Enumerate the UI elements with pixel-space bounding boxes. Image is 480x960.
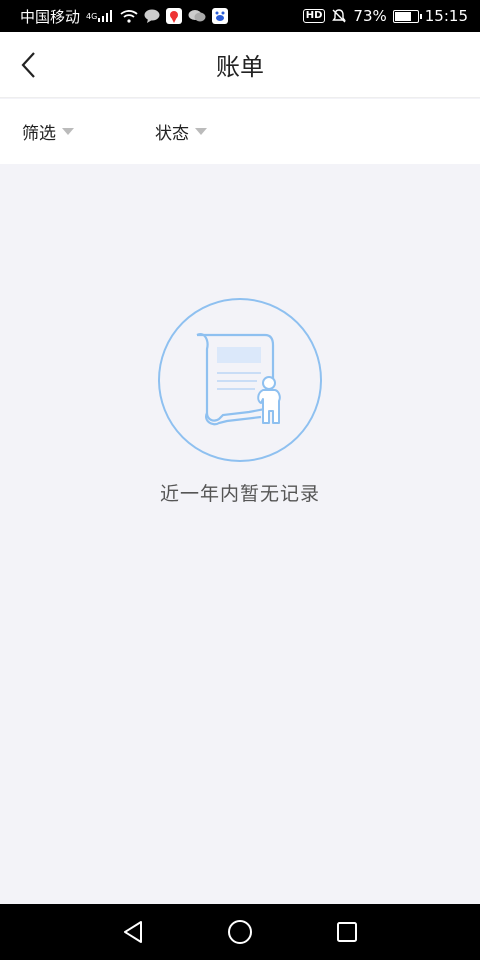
- message-icon: [144, 9, 160, 23]
- nav-recents-button[interactable]: [323, 908, 371, 956]
- status-label: 状态: [155, 124, 189, 144]
- status-bar: 中国移动 4G HD 73% 15:15: [0, 0, 480, 32]
- chevron-left-icon: [21, 52, 35, 78]
- filter-bar: 筛选 状态: [0, 99, 480, 164]
- carrier-name: 中国移动: [20, 7, 81, 26]
- hd-badge: HD: [302, 9, 326, 23]
- caret-down-icon: [195, 128, 207, 135]
- clock: 15:15: [424, 7, 468, 25]
- empty-state: 近一年内暂无记录: [0, 297, 480, 506]
- caret-down-icon: [62, 128, 74, 135]
- system-nav-bar: [0, 904, 480, 960]
- filter-dropdown[interactable]: 筛选: [22, 119, 74, 144]
- map-app-icon: [166, 8, 183, 24]
- triangle-back-icon: [124, 921, 143, 943]
- nav-back-button[interactable]: [109, 908, 157, 956]
- battery-icon: [392, 9, 422, 23]
- square-recents-icon: [336, 922, 357, 942]
- wifi-icon: [120, 9, 138, 23]
- back-button[interactable]: [8, 45, 48, 85]
- baidu-icon: [212, 8, 229, 24]
- empty-document-icon: [158, 298, 322, 462]
- battery-percent: 73%: [353, 7, 387, 25]
- wechat-icon: [188, 9, 206, 23]
- status-dropdown[interactable]: 状态: [155, 119, 207, 144]
- signal-icon: 4G: [86, 10, 114, 22]
- empty-message: 近一年内暂无记录: [159, 483, 320, 505]
- circle-home-icon: [227, 920, 252, 944]
- filter-label: 筛选: [22, 124, 56, 144]
- page-title: 账单: [216, 53, 264, 81]
- nav-home-button[interactable]: [216, 908, 264, 956]
- network-type: 4G: [86, 11, 98, 21]
- mute-bell-icon: [331, 8, 347, 24]
- app-header: 账单: [0, 32, 480, 98]
